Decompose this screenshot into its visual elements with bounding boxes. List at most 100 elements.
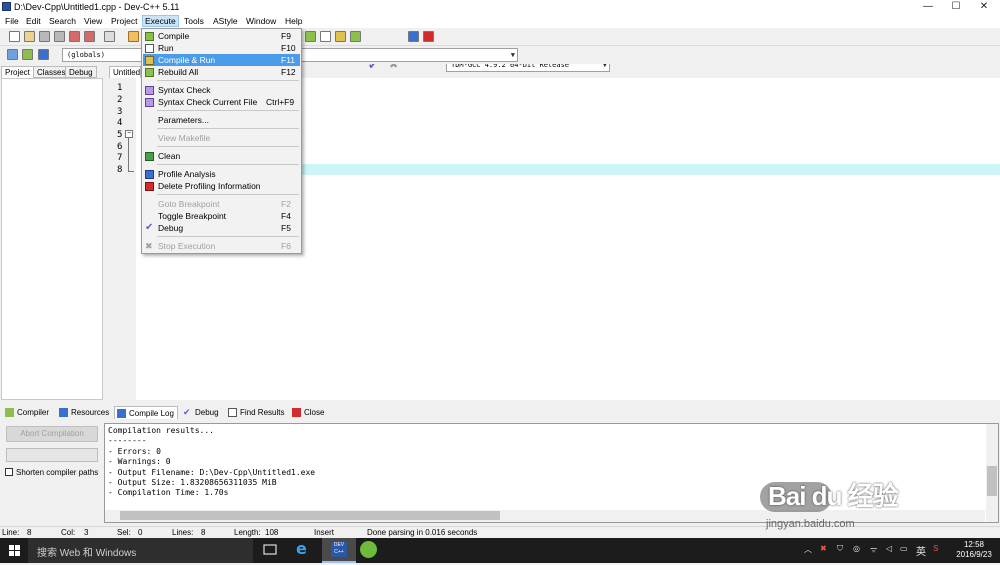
tab-close[interactable]: Close <box>290 406 324 419</box>
log-line: - Output Filename: D:\Dev-Cpp\Untitled1.… <box>108 467 316 477</box>
toolbar-run-icon[interactable] <box>320 31 331 42</box>
tray-network-icon[interactable]: ◎ <box>853 544 860 553</box>
menu-item-view-makefile[interactable]: View Makefile <box>143 132 300 144</box>
menu-help[interactable]: Help <box>283 15 304 27</box>
shorten-paths-checkbox[interactable] <box>5 468 13 476</box>
rebuild-icon <box>145 68 154 77</box>
menu-project[interactable]: Project <box>109 15 139 27</box>
status-lines-label: Lines: <box>172 528 194 537</box>
menu-separator <box>157 236 299 237</box>
windows-start-button[interactable] <box>0 538 28 563</box>
taskbar-search-box[interactable]: 搜索 Web 和 Windows <box>28 538 253 563</box>
menu-item-shortcut: F10 <box>281 43 296 53</box>
status-lines-value: 8 <box>201 528 206 537</box>
tab-label: Find Results <box>240 408 285 417</box>
menu-edit[interactable]: Edit <box>24 15 43 27</box>
menu-item-stop-execution[interactable]: ✖ Stop Execution F6 <box>143 240 300 252</box>
tab-compiler[interactable]: Compiler <box>3 406 49 419</box>
compile-log-text: Compilation results... -------- - Errors: … <box>108 426 315 499</box>
open-file-icon[interactable] <box>24 31 35 42</box>
log-line: - Warnings: 0 <box>108 457 171 467</box>
stop-icon: ✖ <box>145 241 153 251</box>
tray-sogou-icon[interactable]: S <box>933 544 938 553</box>
new-file-icon[interactable] <box>9 31 20 42</box>
taskbar-clock[interactable]: 12:58 2016/9/23 <box>950 540 998 560</box>
menu-item-run[interactable]: Run F10 <box>143 42 300 54</box>
shorten-paths-label: Shorten compiler paths <box>16 468 99 477</box>
menu-item-goto-breakpoint[interactable]: Goto Breakpoint F2 <box>143 198 300 210</box>
log-vertical-scroll-thumb[interactable] <box>987 466 997 496</box>
volume-icon[interactable]: ◁ <box>886 544 892 553</box>
menu-item-compile[interactable]: Compile F9 <box>143 30 300 42</box>
status-mode: Insert <box>314 528 335 537</box>
abort-compilation-button[interactable]: Abort Compilation <box>6 426 98 442</box>
tab-resources[interactable]: Resources <box>57 406 109 419</box>
tab-project[interactable]: Project <box>1 66 34 78</box>
tab-debug[interactable]: Debug <box>65 66 97 78</box>
tab-compile-log[interactable]: Compile Log <box>114 406 178 419</box>
clean-icon <box>145 152 154 161</box>
menu-item-parameters[interactable]: Parameters... <box>143 114 300 126</box>
maximize-button[interactable]: ☐ <box>942 0 970 14</box>
input-language[interactable]: 英 <box>916 543 926 558</box>
notification-icon[interactable]: ▭ <box>900 544 908 553</box>
menu-item-rebuild-all[interactable]: Rebuild All F12 <box>143 66 300 78</box>
menu-item-label: Run <box>158 43 174 53</box>
fold-line <box>128 138 129 172</box>
toolbar-compile-run-icon[interactable] <box>335 31 346 42</box>
fold-toggle-icon[interactable]: − <box>125 130 133 138</box>
window-title: D:\Dev-Cpp\Untitled1.cpp - Dev-C++ 5.11 <box>14 2 180 12</box>
menu-astyle[interactable]: AStyle <box>211 15 240 27</box>
menu-item-label: Debug <box>158 223 184 233</box>
toolbar-rebuild-icon[interactable] <box>350 31 361 42</box>
toolbar-profile-icon[interactable] <box>408 31 419 42</box>
toolbar-compile-icon[interactable] <box>305 31 316 42</box>
tray-shield-icon[interactable]: ⛉ <box>837 544 843 554</box>
log-horizontal-scroll-thumb[interactable] <box>120 511 500 520</box>
bookmark-icon[interactable] <box>38 49 49 60</box>
tray-expand-icon[interactable]: ︿ <box>804 544 812 555</box>
menu-item-compile-run[interactable]: Compile & Run F11 <box>143 54 300 66</box>
tray-app-icon[interactable]: ✖ <box>820 544 827 553</box>
project-panel[interactable] <box>1 78 103 400</box>
print-icon[interactable] <box>104 31 115 42</box>
shorten-paths-option[interactable]: Shorten compiler paths <box>5 468 98 477</box>
unindent-icon[interactable] <box>22 49 33 60</box>
menu-execute[interactable]: Execute <box>142 15 179 27</box>
task-view-icon[interactable] <box>263 543 277 556</box>
menu-view[interactable]: View <box>82 15 104 27</box>
save-icon[interactable] <box>39 31 50 42</box>
close-window-button[interactable]: ✕ <box>970 0 998 14</box>
wifi-icon[interactable]: ᯤ <box>870 544 877 555</box>
editor-tab-untitled[interactable]: Untitled <box>109 66 141 78</box>
tab-debug-bottom[interactable]: ✔ Debug <box>181 406 219 419</box>
tab-find-results[interactable]: Find Results <box>226 406 284 419</box>
toolbar-delete-profile-icon[interactable] <box>423 31 434 42</box>
taskbar-devcpp-button[interactable]: DEV C++ <box>322 538 356 563</box>
menu-item-syntax-check[interactable]: Syntax Check <box>143 84 300 96</box>
taskbar-app-icon[interactable] <box>360 541 377 558</box>
debug-check-icon: ✔ <box>145 222 154 233</box>
menu-item-delete-profiling[interactable]: Delete Profiling Information <box>143 180 300 192</box>
tab-classes[interactable]: Classes <box>33 66 70 78</box>
current-line-highlight <box>300 164 1000 175</box>
menu-item-profile-analysis[interactable]: Profile Analysis <box>143 168 300 180</box>
indent-icon[interactable] <box>7 49 18 60</box>
menu-item-toggle-breakpoint[interactable]: Toggle Breakpoint F4 <box>143 210 300 222</box>
save-all-icon[interactable] <box>54 31 65 42</box>
menu-item-syntax-check-file[interactable]: Syntax Check Current File Ctrl+F9 <box>143 96 300 108</box>
close-file-icon[interactable] <box>69 31 80 42</box>
minimize-button[interactable]: — <box>914 0 942 14</box>
status-col-value: 3 <box>84 528 89 537</box>
menu-tools[interactable]: Tools <box>182 15 206 27</box>
menu-item-label: Goto Breakpoint <box>158 199 220 209</box>
undo-icon[interactable] <box>128 31 139 42</box>
menu-search[interactable]: Search <box>47 15 78 27</box>
menu-item-debug[interactable]: ✔ Debug F5 <box>143 222 300 234</box>
edge-browser-icon[interactable]: e <box>296 541 312 557</box>
clock-time: 12:58 <box>963 540 985 549</box>
menu-file[interactable]: File <box>3 15 21 27</box>
close-all-icon[interactable] <box>84 31 95 42</box>
menu-window[interactable]: Window <box>244 15 278 27</box>
menu-item-clean[interactable]: Clean <box>143 150 300 162</box>
